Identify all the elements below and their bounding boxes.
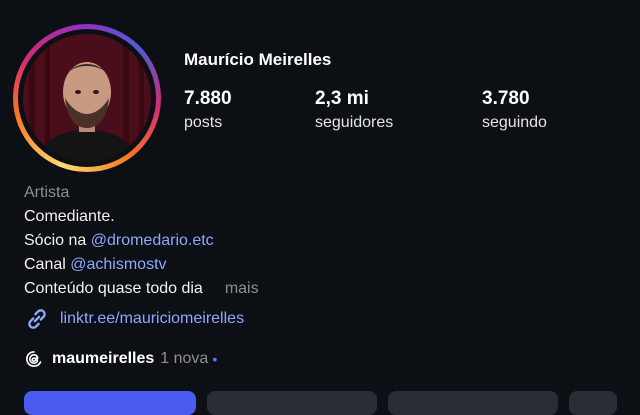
follow-button[interactable] xyxy=(24,391,196,415)
link-icon xyxy=(24,306,50,332)
bio-more-link[interactable]: mais xyxy=(225,280,259,297)
bio-line-2: Sócio na @dromedario.etc xyxy=(24,229,259,253)
stat-following-label: seguindo xyxy=(482,114,547,131)
bio-line-4-text: Conteúdo quase todo dia xyxy=(24,280,203,297)
suggested-button[interactable] xyxy=(569,391,617,415)
mention-dromedario[interactable]: @dromedario.etc xyxy=(91,232,214,249)
contact-button[interactable] xyxy=(388,391,558,415)
bio-line-1: Comediante. xyxy=(24,208,115,225)
profile-name: Maurício Meirelles xyxy=(184,50,332,69)
threads-handle: maumeirelles xyxy=(52,350,155,367)
stat-followers-value: 2,3 mi xyxy=(315,88,369,109)
bio-line-3-prefix: Canal xyxy=(24,256,71,273)
avatar-gap xyxy=(18,29,156,167)
avatar-story-ring[interactable] xyxy=(13,24,161,172)
threads-icon xyxy=(24,349,44,369)
stat-posts-value: 7.880 xyxy=(184,88,232,109)
stat-following[interactable]: 3.780 seguindo xyxy=(482,88,547,132)
threads-new-dot: • xyxy=(212,351,218,367)
message-button[interactable] xyxy=(207,391,377,415)
bio-line-4: Conteúdo quase todo dia mais xyxy=(24,277,259,301)
bio: Artista Comediante. Sócio na @dromedario… xyxy=(24,181,259,301)
stat-following-value: 3.780 xyxy=(482,88,530,109)
profile-link-text: linktr.ee/mauriciomeirelles xyxy=(60,310,245,327)
avatar[interactable] xyxy=(23,34,151,162)
stat-posts-label: posts xyxy=(184,114,223,131)
profile-link[interactable]: linktr.ee/mauriciomeirelles xyxy=(24,306,244,332)
stat-posts[interactable]: 7.880 posts xyxy=(184,88,232,132)
avatar-photo xyxy=(23,34,151,162)
bio-category: Artista xyxy=(24,184,70,201)
bio-line-3: Canal @achismostv xyxy=(24,253,259,277)
mention-achismostv[interactable]: @achismostv xyxy=(70,256,166,273)
bio-line-2-prefix: Sócio na xyxy=(24,232,91,249)
stat-followers[interactable]: 2,3 mi seguidores xyxy=(315,88,393,132)
threads-badge[interactable]: maumeirelles 1 nova • xyxy=(24,349,217,369)
threads-new-count: 1 nova xyxy=(160,350,209,367)
stat-followers-label: seguidores xyxy=(315,114,394,131)
